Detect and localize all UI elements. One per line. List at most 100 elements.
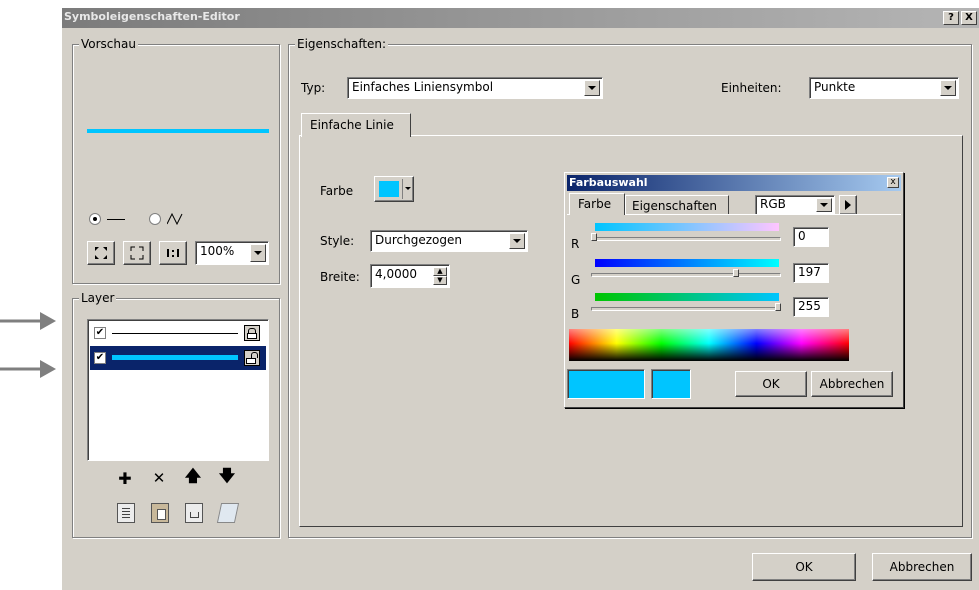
color-model-next-button[interactable]	[839, 195, 857, 215]
tab-simple-line[interactable]: Einfache Linie	[301, 113, 411, 137]
zoom-in-button[interactable]	[87, 241, 115, 265]
preview-line	[87, 129, 269, 133]
units-label: Einheiten:	[721, 81, 782, 95]
width-down-button[interactable]: ▼	[433, 276, 447, 285]
color-spectrum[interactable]	[569, 329, 849, 361]
r-gradient	[595, 223, 779, 231]
move-down-icon[interactable]: 🡇	[215, 466, 239, 489]
tab-eigenschaften[interactable]: Eigenschaften	[625, 195, 729, 215]
r-label: R	[571, 237, 580, 251]
type-select[interactable]: Einfaches Liniensymbol	[347, 77, 603, 99]
color-swatch	[379, 181, 399, 197]
color-button[interactable]	[374, 176, 414, 202]
g-value-input[interactable]: 197	[793, 263, 829, 283]
type-value: Einfaches Liniensymbol	[352, 80, 494, 94]
ok-button[interactable]: OK	[752, 553, 856, 581]
properties-label: Eigenschaften:	[295, 37, 389, 51]
preview-group: Vorschau 100%	[72, 37, 280, 284]
radio-zigzag-preview[interactable]	[149, 213, 161, 225]
layer-label: Layer	[79, 291, 117, 305]
g-slider[interactable]	[591, 273, 781, 277]
g-gradient	[595, 259, 779, 267]
layer-1-lock-icon[interactable]	[244, 325, 260, 341]
tab-farbe[interactable]: Farbe	[569, 193, 625, 215]
b-value-input[interactable]: 255	[793, 297, 829, 317]
layer-item-2[interactable]: ✔	[90, 346, 266, 370]
b-slider-thumb[interactable]	[775, 303, 781, 311]
old-color-swatch	[651, 369, 691, 399]
symbol-editor-window: Symboleigenschaften-Editor ? X Vorschau …	[62, 8, 979, 590]
color-model-select[interactable]: RGB	[755, 195, 835, 215]
help-button[interactable]: ?	[943, 11, 959, 25]
arrow-icon-layer-2	[0, 360, 56, 378]
b-gradient	[595, 293, 779, 301]
type-label: Typ:	[301, 81, 326, 95]
tab-eigenschaften-label: Eigenschaften	[632, 199, 718, 213]
color-picker-window: Farbauswahl x Farbe Eigenschaften RGB R …	[564, 172, 904, 408]
b-slider[interactable]	[591, 307, 781, 311]
width-up-button[interactable]: ▲	[433, 267, 447, 276]
arrow-icon-layer-1	[0, 312, 56, 330]
units-value: Punkte	[814, 80, 856, 94]
actual-size-button[interactable]	[159, 241, 187, 265]
layer-1-preview	[112, 333, 238, 334]
r-value: 0	[798, 229, 806, 243]
width-value: 4,0000	[375, 267, 417, 281]
picker-ok-button[interactable]: OK	[735, 371, 807, 397]
tab-panel: Farbe Style: Durchgezogen Breite: 4,0000…	[299, 135, 963, 527]
import-layer-icon[interactable]	[185, 503, 203, 523]
color-picker-titlebar: Farbauswahl x	[567, 175, 901, 191]
copy-layer-icon[interactable]	[117, 503, 135, 523]
r-slider-thumb[interactable]	[591, 233, 597, 241]
r-value-input[interactable]: 0	[793, 227, 829, 247]
cancel-button[interactable]: Abbrechen	[872, 553, 972, 581]
style-label: Style:	[320, 234, 355, 248]
close-button[interactable]: X	[961, 11, 977, 25]
zoom-out-button[interactable]	[123, 241, 151, 265]
layer-1-checkbox[interactable]: ✔	[94, 327, 106, 339]
layer-2-preview	[112, 355, 238, 360]
save-style-icon[interactable]	[216, 503, 240, 523]
zoom-out-icon	[130, 246, 144, 260]
line-shape-icon	[107, 219, 125, 220]
move-up-icon[interactable]: 🡅	[181, 466, 205, 489]
g-label: G	[571, 273, 581, 287]
layer-2-unlock-icon[interactable]	[244, 350, 260, 366]
color-label: Farbe	[320, 184, 354, 198]
tab-farbe-label: Farbe	[578, 197, 612, 211]
units-select[interactable]: Punkte	[809, 77, 959, 99]
b-value: 255	[798, 299, 821, 313]
color-picker-title: Farbauswahl	[569, 176, 648, 189]
style-select[interactable]: Durchgezogen	[370, 230, 528, 252]
picker-cancel-button[interactable]: Abbrechen	[811, 371, 893, 397]
width-spinner[interactable]: 4,0000 ▲ ▼	[370, 264, 450, 288]
radio-line-preview[interactable]	[89, 213, 101, 225]
zoom-in-icon	[95, 247, 107, 259]
title-bar: Symboleigenschaften-Editor ? X	[62, 8, 979, 28]
add-layer-icon[interactable]: ✚	[113, 467, 137, 489]
r-slider[interactable]	[591, 237, 781, 241]
new-color-swatch	[567, 369, 645, 399]
tab-simple-line-label: Einfache Linie	[310, 118, 394, 132]
color-picker-panel: R 0 G 197 B 255	[567, 214, 901, 364]
width-label: Breite:	[320, 270, 360, 284]
zoom-select[interactable]: 100%	[195, 241, 269, 265]
color-picker-close-button[interactable]: x	[887, 177, 899, 188]
delete-layer-icon[interactable]: ✕	[147, 467, 171, 489]
g-slider-thumb[interactable]	[733, 269, 739, 277]
zoom-value: 100%	[200, 244, 235, 258]
layer-item-1[interactable]: ✔	[90, 322, 266, 344]
window-title: Symboleigenschaften-Editor	[64, 10, 240, 23]
layer-list: ✔ ✔	[87, 319, 269, 461]
properties-group: Eigenschaften: Typ: Einfaches Liniensymb…	[288, 37, 972, 538]
layer-group: Layer ✔ ✔ ✚ ✕ 🡅 🡇	[72, 291, 280, 538]
actual-size-icon	[167, 249, 179, 257]
color-model-value: RGB	[760, 197, 786, 211]
paste-layer-icon[interactable]	[151, 503, 169, 523]
preview-label: Vorschau	[79, 37, 138, 51]
style-value: Durchgezogen	[375, 233, 462, 247]
g-value: 197	[798, 265, 821, 279]
b-label: B	[571, 307, 580, 321]
zigzag-icon	[167, 213, 183, 225]
layer-2-checkbox[interactable]: ✔	[94, 352, 106, 364]
